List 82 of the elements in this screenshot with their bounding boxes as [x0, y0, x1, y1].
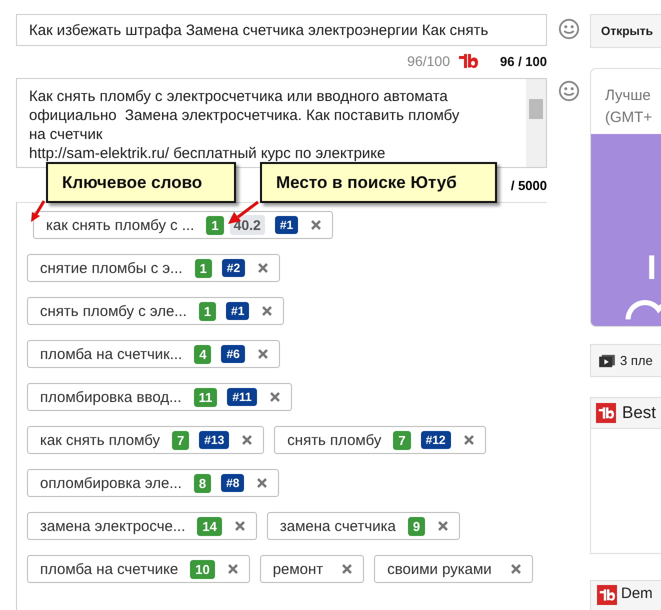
rank-badge: #2 [222, 259, 246, 277]
tag-text: как снять пломбу с ... [46, 216, 194, 234]
keyword-tag[interactable]: снятие пломбы с э... 1 #2 [27, 254, 280, 282]
remove-icon[interactable] [256, 348, 269, 360]
panel-title: Dem [621, 585, 653, 602]
keyword-tag[interactable]: своими руками [374, 555, 533, 583]
tag-text: снять пломбу с эле... [40, 302, 187, 320]
count-badge: 10 [190, 560, 215, 578]
count-badge: 14 [197, 516, 222, 536]
remove-icon[interactable] [437, 520, 450, 532]
arrow [28, 200, 48, 224]
char-counter: / 5000 [510, 178, 547, 192]
remove-icon[interactable] [261, 305, 274, 317]
keyword-tag[interactable]: пломбировка ввод... 11 #11 [27, 383, 292, 411]
tag-text: пломбировка ввод... [40, 388, 182, 406]
scrollbar[interactable] [526, 79, 546, 167]
remove-icon[interactable] [226, 563, 239, 575]
tag-text: замена электросче... [40, 518, 186, 534]
rank-badge: #12 [420, 431, 451, 449]
tag-text: снять пломбу [287, 432, 382, 448]
rank-badge: #1 [274, 216, 298, 234]
keyword-tag[interactable]: замена электросче... 14 [27, 512, 257, 540]
remove-icon[interactable] [257, 262, 270, 274]
keyword-tag[interactable]: как снять пломбу с ... 1 40.2 #1 [33, 211, 334, 239]
callout: Место в поиске Ютуб [260, 162, 497, 203]
keyword-tag[interactable]: как снять пломбу 7 #13 [27, 426, 264, 454]
count-badge: 9 [408, 516, 426, 536]
tag-text: пломба на счетчик... [40, 346, 182, 362]
description-line: на счетчик [29, 125, 104, 144]
emoji-icon[interactable] [558, 80, 580, 102]
description-line: Как снять пломбу с электросчетчика или вводного автомата [29, 87, 449, 106]
remove-icon[interactable] [341, 563, 354, 575]
card-text: Лучше [605, 86, 652, 106]
tag-text: пломба на счетчике [40, 560, 178, 578]
remove-icon[interactable] [510, 563, 522, 575]
keyword-tag[interactable]: пломба на счетчик... 4 #6 [27, 340, 280, 368]
rank-badge: #13 [199, 431, 230, 449]
remove-icon[interactable] [241, 434, 254, 446]
tag-text: как снять пломбу [40, 432, 160, 448]
rank-badge: #1 [226, 302, 250, 320]
keyword-tag[interactable]: опломбировка эле... 8 #8 [27, 469, 280, 497]
playlist-icon [599, 354, 615, 368]
count-badge: 1 [198, 302, 216, 320]
remove-icon[interactable] [268, 391, 281, 403]
tag-text: ремонт [272, 560, 324, 578]
open-button[interactable]: Открыть [590, 14, 661, 48]
tag-text: опломбировка эле... [40, 474, 182, 492]
keyword-tag[interactable]: пломба на счетчике 10 [27, 555, 250, 583]
keyword-tag[interactable]: замена счетчика 9 [266, 512, 460, 540]
keyword-tag[interactable]: снять пломбу с эле... 1 #1 [27, 297, 284, 325]
rank-badge: #6 [221, 345, 245, 363]
count-badge: 7 [172, 430, 190, 450]
emoji-icon[interactable] [558, 18, 580, 40]
logo-icon [597, 585, 617, 605]
rank-badge: #11 [227, 388, 257, 406]
keyword-tag[interactable]: снять пломбу 7 #12 [274, 426, 486, 454]
title-field[interactable]: Как избежать штрафа Замена счетчика электроэнергии Как снять [16, 14, 547, 46]
keyword-tag[interactable]: ремонт [260, 555, 364, 583]
count-badge: 1 [194, 258, 212, 278]
description-line: http://sam-elektrik.ru/ бесплатный курс по электрике [29, 144, 386, 163]
count-badge: 7 [393, 430, 411, 450]
description-line: официально Замена электросчетчика. Как поставить пломбу [29, 106, 460, 125]
panel-title: Best [622, 403, 656, 423]
count-badge: 1 [206, 216, 224, 234]
tb-counter: 96/100 [407, 53, 450, 69]
callout: Ключевое слово [46, 162, 236, 203]
count-badge: 8 [194, 474, 212, 492]
count-badge: 11 [194, 388, 218, 406]
tag-text: своими руками [387, 560, 492, 578]
remove-icon[interactable] [310, 219, 322, 231]
playlist-button[interactable]: 3 пле [590, 344, 661, 377]
tag-text: замена счетчика [280, 518, 396, 534]
char-counter: 96 / 100 [500, 54, 547, 68]
logo-icon [596, 403, 616, 423]
remove-icon[interactable] [256, 477, 268, 489]
card-text: (GMT+ [605, 108, 654, 128]
remove-icon[interactable] [462, 434, 475, 446]
count-badge: 4 [194, 344, 212, 364]
tag-text: снятие пломбы с э... [40, 260, 183, 276]
remove-icon[interactable] [234, 520, 246, 532]
rank-badge: #8 [221, 474, 244, 492]
logo-icon [458, 53, 478, 69]
